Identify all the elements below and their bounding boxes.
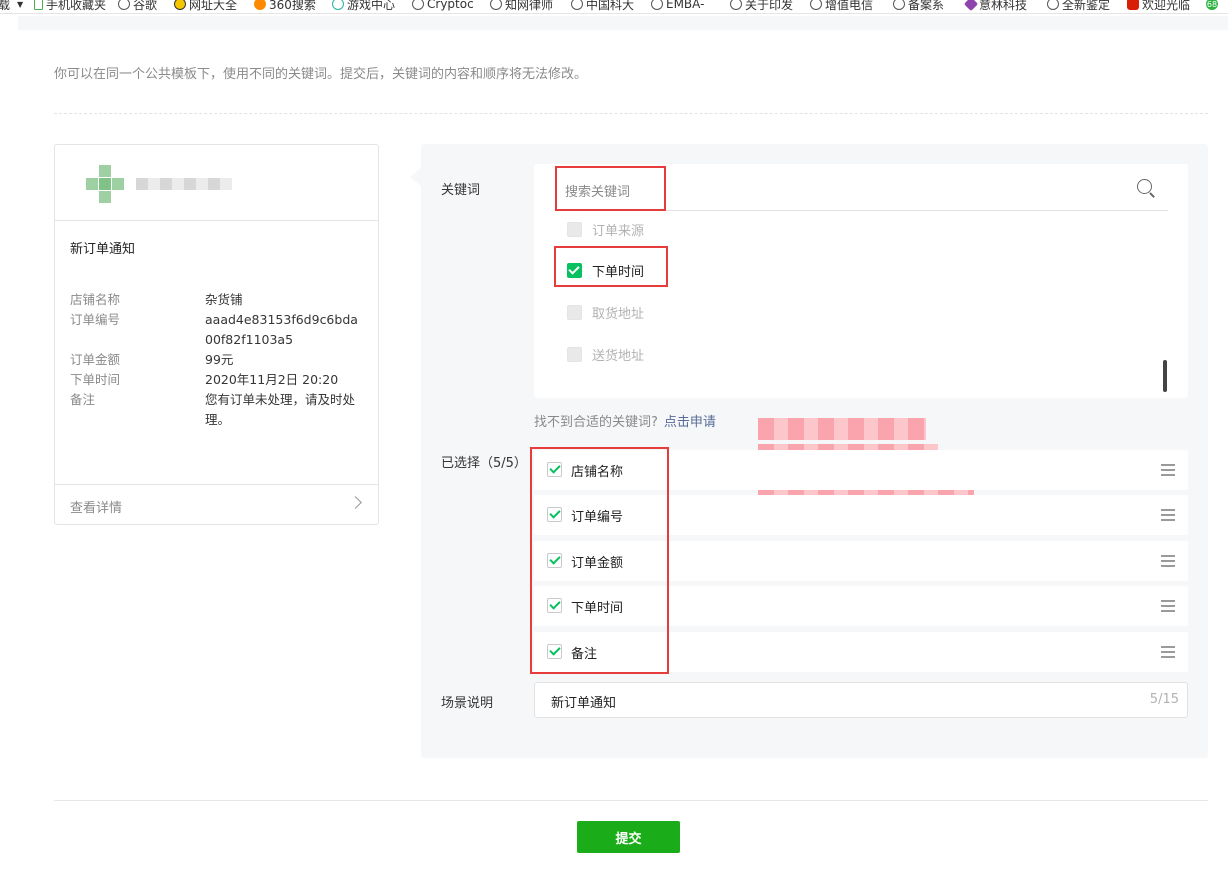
panel-pointer <box>410 168 421 186</box>
bookmark-item[interactable]: 全新鉴定 <box>1047 0 1110 13</box>
view-details-label: 查看详情 <box>70 501 123 516</box>
message-preview-card: 新订单通知 店铺名称 杂货铺 订单编号 aaad4e83153f6d9c6bda… <box>54 144 379 525</box>
chevron-right-icon <box>349 496 362 509</box>
keyword-option-label: 订单来源 <box>592 224 645 239</box>
selected-label: 已选择（5/5） <box>441 456 527 471</box>
preview-field-key: 下单时间 <box>70 372 121 387</box>
globe-icon <box>810 0 822 10</box>
avatar <box>86 165 124 203</box>
globe-icon <box>1047 0 1059 10</box>
preview-field-key: 订单金额 <box>70 352 121 367</box>
bookmark-item[interactable]: 谷歌 <box>118 0 157 13</box>
bookmark-item[interactable]: 意林科技 <box>963 0 1027 13</box>
globe-icon <box>490 0 502 10</box>
highlight-box <box>530 447 669 674</box>
highlight-box <box>554 246 668 287</box>
bookmark-item[interactable]: 网址大全 <box>174 0 237 13</box>
not-found-text: 找不到合适的关键词? <box>534 415 658 430</box>
drag-handle-icon[interactable] <box>1161 464 1175 476</box>
character-counter: 5/15 <box>1149 692 1179 707</box>
drag-handle-icon[interactable] <box>1161 509 1175 521</box>
bookmark-item[interactable]: 载▼ <box>0 0 23 13</box>
bookmark-icon <box>1127 0 1139 10</box>
keywords-label: 关键词 <box>441 183 481 198</box>
search-icon[interactable] <box>1137 179 1155 198</box>
apply-keyword-link[interactable]: 点击申请 <box>664 415 716 430</box>
bookmarks-bar: 载▼ 手机收藏夹 谷歌 网址大全 360搜索 游戏中心 Cryptoc 知网律师… <box>0 0 1228 14</box>
globe-icon <box>651 0 663 10</box>
bookmark-item[interactable]: 知网律师 <box>490 0 553 13</box>
keyword-option[interactable]: 订单来源 <box>567 220 644 239</box>
dashed-divider <box>54 113 1208 114</box>
bookmark-item[interactable]: 360搜索 <box>254 0 316 13</box>
bookmark-icon <box>254 0 266 10</box>
page-tip: 你可以在同一个公共模板下，使用不同的关键词。提交后，关键词的内容和顺序将无法修改… <box>54 67 588 82</box>
bookmark-icon <box>34 0 43 10</box>
globe-icon <box>730 0 742 10</box>
globe-icon <box>571 0 583 10</box>
preview-field-key: 订单编号 <box>70 312 121 327</box>
bookmark-item[interactable]: 增值电信 <box>810 0 873 13</box>
keyword-option[interactable]: 取货地址 <box>567 303 644 322</box>
bookmark-item[interactable]: 欢迎光临 <box>1127 0 1190 13</box>
bookmark-icon <box>963 0 979 12</box>
highlight-box <box>555 166 666 211</box>
checkbox-disabled-icon <box>567 222 582 237</box>
footer-divider <box>54 800 1208 801</box>
bookmark-item[interactable]: EMBA- <box>651 0 704 13</box>
keyword-not-found: 找不到合适的关键词? 点击申请 <box>534 411 716 430</box>
bookmark-icon <box>174 0 186 10</box>
drag-handle-icon[interactable] <box>1161 600 1175 612</box>
globe-icon <box>118 0 130 10</box>
scene-description-value: 新订单通知 <box>551 696 617 711</box>
globe-icon <box>412 0 424 10</box>
preview-field-value: 99元 <box>205 352 234 367</box>
keyword-option-label: 送货地址 <box>592 349 645 364</box>
checkbox-disabled-icon <box>567 347 582 362</box>
redacted-mosaic <box>758 418 926 440</box>
submit-button[interactable]: 提交 <box>577 821 680 853</box>
preview-field-value: 杂货铺 <box>205 292 243 307</box>
bookmark-item[interactable]: 关于印发 <box>730 0 793 13</box>
preview-field-value: 2020年11月2日 20:20 <box>205 372 339 387</box>
bookmark-item[interactable]: Cryptoc <box>412 0 474 13</box>
scene-description-input[interactable]: 新订单通知 5/15 <box>534 682 1188 718</box>
view-details-link[interactable]: 查看详情 <box>55 484 378 525</box>
scene-label: 场景说明 <box>441 696 494 711</box>
bookmark-item[interactable]: 中国科大 <box>571 0 634 13</box>
extension-badge-icon: 68 <box>1206 0 1218 10</box>
preview-field-key: 店铺名称 <box>70 292 121 307</box>
bookmark-icon <box>332 0 344 10</box>
preview-card-header <box>55 145 378 221</box>
preview-field-key: 备注 <box>70 392 96 407</box>
keyword-option[interactable]: 送货地址 <box>567 345 644 364</box>
bookmark-item[interactable]: 手机收藏夹 <box>34 0 106 13</box>
preview-title: 新订单通知 <box>70 242 136 257</box>
globe-icon <box>893 0 905 10</box>
keyword-list-scrollbar[interactable] <box>1163 360 1167 392</box>
checkbox-disabled-icon <box>567 305 582 320</box>
account-name-blurred <box>136 178 232 190</box>
top-strip <box>18 16 1228 30</box>
bookmark-item[interactable]: 68 <box>1206 0 1218 13</box>
drag-handle-icon[interactable] <box>1161 555 1175 567</box>
keyword-option-label: 取货地址 <box>592 307 645 322</box>
bookmark-item[interactable]: 备案系 <box>893 0 944 13</box>
preview-field-value: 您有订单未处理，请及时处理。 <box>205 392 356 427</box>
bookmark-item[interactable]: 游戏中心 <box>332 0 395 13</box>
drag-handle-icon[interactable] <box>1161 646 1175 658</box>
preview-field-value: aaad4e83153f6d9c6bda00f82f1103a5 <box>205 312 358 347</box>
